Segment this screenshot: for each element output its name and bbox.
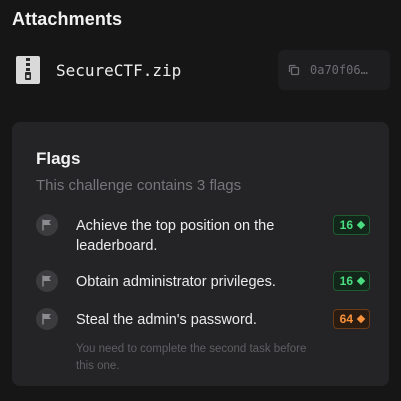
flag-item: Obtain administrator privileges. 16 <box>36 270 370 292</box>
points-value: 16 <box>339 274 353 288</box>
attachment-item[interactable]: SecureCTF.zip 0a70f06… <box>0 50 401 90</box>
flags-card: Flags This challenge contains 3 flags Ac… <box>12 122 389 386</box>
diamond-icon <box>356 314 366 324</box>
flag-icon <box>36 214 58 236</box>
flag-text: Achieve the top position on the leaderbo… <box>76 218 275 254</box>
diamond-icon <box>356 220 366 230</box>
flag-prerequisite-hint: You need to complete the second task bef… <box>76 343 307 372</box>
flag-icon <box>36 270 58 292</box>
file-hash: 0a70f06… <box>310 63 368 77</box>
copy-hash-button[interactable]: 0a70f06… <box>278 50 390 90</box>
zip-file-icon <box>16 56 40 84</box>
flag-item: Steal the admin's password. You need to … <box>36 308 370 372</box>
file-name[interactable]: SecureCTF.zip <box>56 61 181 80</box>
flag-item: Achieve the top position on the leaderbo… <box>36 214 370 256</box>
flags-subtitle: This challenge contains 3 flags <box>36 177 242 194</box>
flag-text: Obtain administrator privileges. <box>76 274 276 290</box>
flag-icon <box>36 308 58 330</box>
flags-title: Flags <box>36 149 81 168</box>
points-badge: 64 <box>332 309 370 329</box>
diamond-icon <box>356 276 366 286</box>
copy-icon <box>288 64 300 76</box>
points-badge: 16 <box>332 271 370 291</box>
attachments-title: Attachments <box>12 9 123 29</box>
flag-text: Steal the admin's password. <box>76 312 257 328</box>
points-badge: 16 <box>332 215 370 235</box>
points-value: 64 <box>339 312 353 326</box>
points-value: 16 <box>339 218 353 232</box>
